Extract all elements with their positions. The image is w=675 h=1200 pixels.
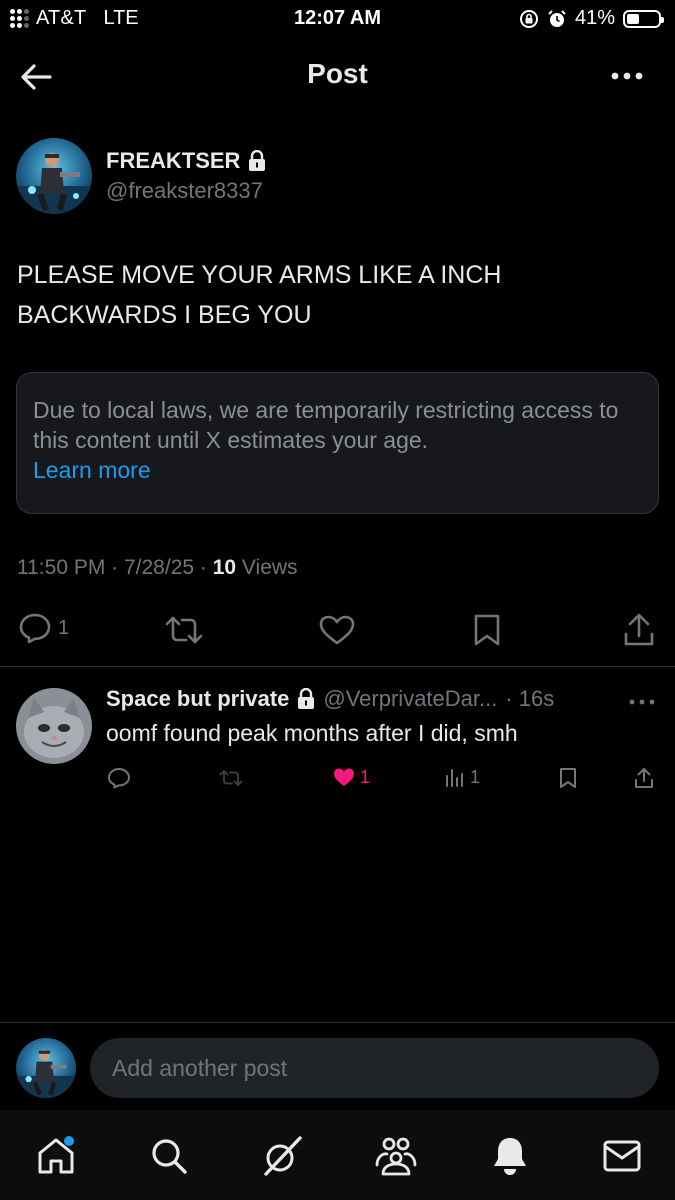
views-label: Views <box>236 556 298 579</box>
repost-icon[interactable] <box>218 768 244 788</box>
author-name[interactable]: FREAKTSER <box>106 148 240 174</box>
reply-text: oomf found peak months after I did, smh <box>106 720 518 746</box>
post-meta: 11:50 PM · 7/28/25 · 10 Views <box>17 556 298 580</box>
views-chart-icon <box>446 769 463 787</box>
battery-fill <box>627 13 640 24</box>
heart-filled-icon <box>334 768 354 786</box>
bookmark-icon[interactable] <box>472 612 502 648</box>
tab-home[interactable] <box>32 1132 80 1180</box>
lock-icon <box>249 150 266 171</box>
more-horizontal-icon[interactable] <box>629 698 655 706</box>
composer-placeholder: Add another post <box>112 1054 288 1081</box>
views-count: 10 <box>212 556 237 579</box>
share-icon[interactable] <box>633 766 655 790</box>
bookmark-icon[interactable] <box>558 766 578 790</box>
alarm-icon <box>548 9 566 27</box>
post-actions: 1 <box>0 606 675 652</box>
divider <box>0 666 675 667</box>
tab-search[interactable] <box>145 1132 193 1180</box>
divider <box>0 1022 675 1023</box>
communities-icon <box>375 1137 417 1176</box>
post-timestamp: 11:50 PM · 7/28/25 · <box>17 556 213 579</box>
battery-icon <box>623 9 664 28</box>
notification-dot <box>64 1136 74 1146</box>
reply-age: · 16s <box>505 686 555 711</box>
reply-author-handle[interactable]: @VerprivateDar... <box>323 686 497 712</box>
reply-count: 1 <box>58 616 70 639</box>
post-author[interactable]: FREAKTSER <box>106 148 266 174</box>
page-title: Post <box>307 58 368 89</box>
repost-icon[interactable] <box>164 614 204 646</box>
reply-icon[interactable] <box>107 767 131 789</box>
reply-like-count: 1 <box>360 766 371 787</box>
reply-author-name[interactable]: Space but private <box>106 686 289 712</box>
notifications-icon <box>494 1138 526 1175</box>
age-restriction-notice: Due to local laws, we are temporarily re… <box>16 372 659 514</box>
post-text: PLEASE MOVE YOUR ARMS LIKE A INCH BACKWA… <box>17 261 502 329</box>
orientation-lock-icon <box>519 9 538 28</box>
author-avatar[interactable] <box>16 138 92 214</box>
messages-icon <box>603 1140 641 1172</box>
notice-text: Due to local laws, we are temporarily re… <box>33 397 619 453</box>
reply-icon <box>19 613 51 644</box>
reply-avatar[interactable] <box>16 688 92 764</box>
reply-views-count: 1 <box>470 766 481 787</box>
tab-communities[interactable] <box>372 1132 420 1180</box>
like-icon[interactable] <box>318 614 356 646</box>
tab-messages[interactable] <box>598 1132 646 1180</box>
status-right: 41% <box>519 7 664 30</box>
grok-icon <box>264 1136 302 1176</box>
reply-button[interactable]: 1 <box>18 612 69 644</box>
reply-like-button[interactable]: 1 <box>332 766 370 788</box>
status-bar: AT&T LTE 12:07 AM 41% <box>0 0 675 38</box>
my-avatar <box>16 1038 76 1098</box>
header: Post <box>0 40 675 114</box>
lock-icon <box>298 688 315 709</box>
battery-percent: 41% <box>574 7 615 29</box>
tab-bar <box>0 1110 675 1200</box>
author-handle[interactable]: @freakster8337 <box>106 178 263 204</box>
reply-header: Space but private @VerprivateDar... · 16… <box>106 686 554 712</box>
reply-composer-input[interactable]: Add another post <box>90 1038 659 1098</box>
more-horizontal-icon[interactable] <box>609 62 645 90</box>
search-icon <box>152 1139 187 1174</box>
tab-grok[interactable] <box>258 1132 306 1180</box>
tab-notifications[interactable] <box>486 1132 534 1180</box>
learn-more-link[interactable]: Learn more <box>33 455 642 485</box>
share-icon[interactable] <box>622 612 656 648</box>
reply-views-button[interactable]: 1 <box>444 766 480 788</box>
